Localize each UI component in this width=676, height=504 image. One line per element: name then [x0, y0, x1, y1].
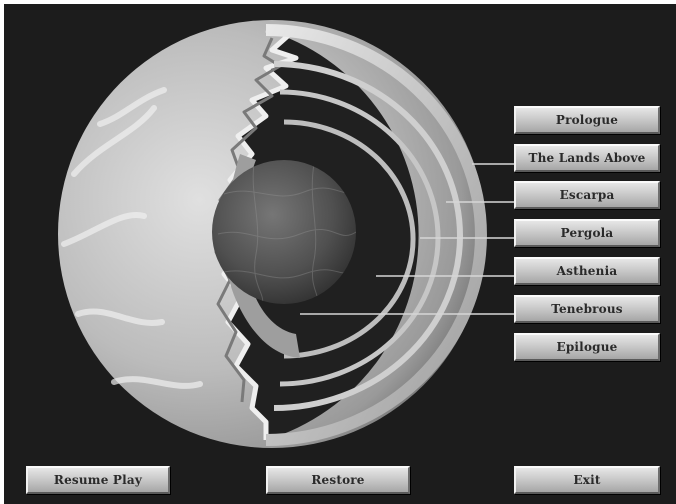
chapter-lands-above-button[interactable]: The Lands Above — [514, 144, 660, 172]
chapter-pergola-button[interactable]: Pergola — [514, 219, 660, 247]
resume-play-button[interactable]: Resume Play — [26, 466, 170, 494]
chapter-tenebrous-button[interactable]: Tenebrous — [514, 295, 660, 323]
game-screen: Prologue The Lands Above Escarpa Pergola… — [4, 4, 676, 504]
world-cutaway-diagram — [58, 20, 526, 448]
chapter-prologue-button[interactable]: Prologue — [514, 106, 660, 134]
chapter-escarpa-button[interactable]: Escarpa — [514, 181, 660, 209]
exit-button[interactable]: Exit — [514, 466, 660, 494]
chapter-asthenia-button[interactable]: Asthenia — [514, 257, 660, 285]
restore-button[interactable]: Restore — [266, 466, 410, 494]
chapter-epilogue-button[interactable]: Epilogue — [514, 333, 660, 361]
